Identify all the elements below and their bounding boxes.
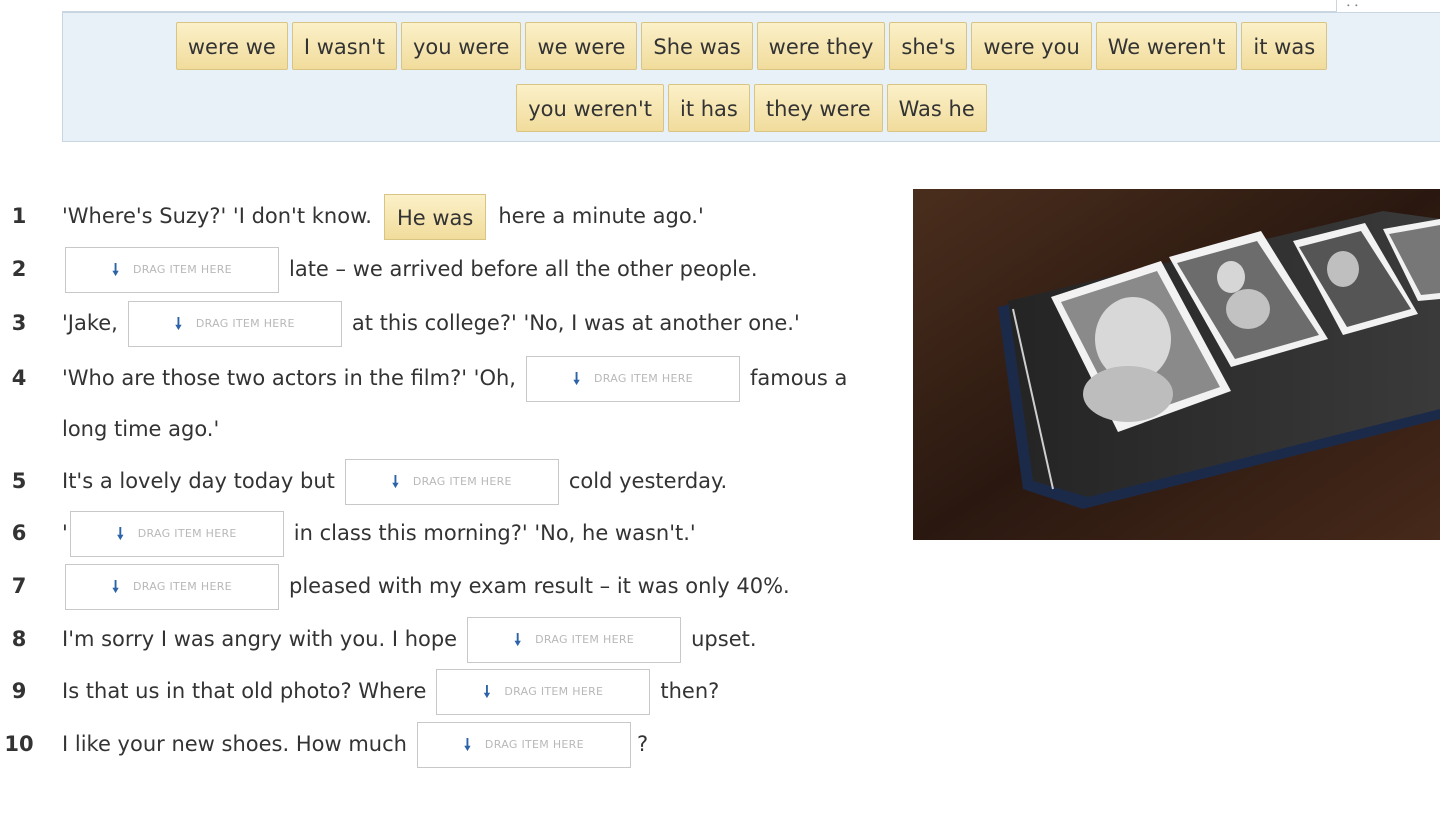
question-text-before: 'Who are those two actors in the film?' … [62,366,516,390]
drop-hint: DRAG ITEM HERE [504,685,604,698]
question-text-after: famous a [749,366,848,390]
down-arrow-icon: 🠗 [573,369,580,388]
down-arrow-icon: 🠗 [391,472,399,491]
down-arrow-icon: 🠗 [112,577,119,596]
question-number: 2 [11,257,27,281]
down-arrow-icon: 🠗 [174,314,182,333]
word-chip[interactable]: she's [889,22,968,70]
top-input-edge [62,0,1337,12]
question-number: 6 [11,521,27,545]
down-arrow-icon: 🠗 [464,735,471,754]
question-text-after: here a minute ago.' [498,204,704,228]
question-8: 8 I'm sorry I was angry with you. I hope… [0,613,900,666]
down-arrow-icon: 🠗 [116,524,124,543]
question-number: 3 [11,311,27,335]
question-4-continuation: long time ago.' [62,417,220,441]
question-text-after: ? [636,732,649,756]
question-text-before: Is that us in that old photo? Where [62,679,427,703]
question-5: 5 It's a lovely day today but 🠗 DRAG ITEM… [0,455,900,508]
word-chip[interactable]: were you [971,22,1092,70]
question-number: 7 [11,574,27,598]
question-number: 8 [11,627,27,651]
word-chip[interactable]: We weren't [1095,22,1238,70]
down-arrow-icon: 🠗 [112,260,119,279]
question-text-after: then? [660,679,720,703]
word-chip[interactable]: we were [525,22,638,70]
drop-hint: DRAG ITEM HERE [195,317,295,330]
drop-zone[interactable]: 🠗 DRAG ITEM HERE [69,510,284,557]
question-9: 9 Is that us in that old photo? Where 🠗 D… [0,665,900,718]
placed-answer[interactable]: He was [384,193,487,240]
question-text-after: in class this morning?' 'No, he wasn't.' [293,521,696,545]
drop-hint: DRAG ITEM HERE [535,633,635,646]
question-text-before: It's a lovely day today but [62,469,335,493]
question-1: 1 'Where's Suzy?' 'I don't know. He was … [0,190,900,243]
word-bank-row-2: you weren't it has they were Was he [63,84,1440,132]
drop-zone[interactable]: 🠗 DRAG ITEM HERE [467,616,682,663]
question-number: 10 [4,732,34,756]
photo-album-illustration [913,189,1440,540]
question-number: 5 [11,469,27,493]
question-text-after: upset. [691,627,757,651]
drop-hint: DRAG ITEM HERE [137,527,237,540]
question-number: 9 [11,679,27,703]
question-number: 1 [11,204,27,228]
question-10: 10 I like your new shoes. How much 🠗 DRAG… [0,718,900,771]
down-arrow-icon: 🠗 [514,630,522,649]
drop-zone[interactable]: 🠗 DRAG ITEM HERE [416,721,631,768]
drop-zone[interactable]: 🠗 DRAG ITEM HERE [65,246,279,293]
drop-zone[interactable]: 🠗 DRAG ITEM HERE [65,563,279,610]
drop-zone[interactable]: 🠗 DRAG ITEM HERE [127,300,342,347]
word-bank: were we I wasn't you were we were She wa… [62,12,1440,142]
drop-hint: DRAG ITEM HERE [132,263,232,276]
word-chip[interactable]: it has [667,84,750,132]
drop-hint: DRAG ITEM HERE [593,372,693,385]
question-text-before: 'Where's Suzy?' 'I don't know. [62,204,372,228]
word-chip[interactable]: She was [641,22,753,70]
question-7: 7 🠗 DRAG ITEM HERE pleased with my exam r… [0,560,900,613]
top-corner-control[interactable]: ⠄⠄ [1336,0,1440,11]
question-text-after: late – we arrived before all the other p… [289,257,758,281]
word-chip[interactable]: you weren't [516,84,664,132]
drop-zone[interactable]: 🠗 DRAG ITEM HERE [344,458,559,505]
word-chip[interactable]: I wasn't [291,22,397,70]
question-3: 3 'Jake, 🠗 DRAG ITEM HERE at this college… [0,297,900,350]
photo-album-image [913,189,1440,540]
word-chip[interactable]: they were [753,84,883,132]
word-chip[interactable]: were we [175,22,288,70]
word-bank-row-1: were we I wasn't you were we were She wa… [63,22,1440,70]
question-4: 4 'Who are those two actors in the film?… [0,352,900,405]
drop-hint: DRAG ITEM HERE [412,475,512,488]
question-number: 4 [11,366,27,390]
down-arrow-icon: 🠗 [483,682,491,701]
question-text-before: I like your new shoes. How much [62,732,407,756]
question-text-after: cold yesterday. [568,469,728,493]
word-chip[interactable]: Was he [886,84,987,132]
question-text-after: pleased with my exam result – it was onl… [289,574,790,598]
question-text-after: at this college?' 'No, I was at another … [351,311,800,335]
question-6: 6 ' 🠗 DRAG ITEM HERE in class this mornin… [0,507,900,560]
question-text-before: I'm sorry I was angry with you. I hope [62,627,458,651]
question-text-before: ' [62,521,68,545]
word-chip[interactable]: were they [756,22,886,70]
drop-zone[interactable]: 🠗 DRAG ITEM HERE [436,668,651,715]
drop-hint: DRAG ITEM HERE [484,738,584,751]
question-text-before: 'Jake, [62,311,118,335]
question-2: 2 🠗 DRAG ITEM HERE late – we arrived befo… [0,243,900,296]
drop-zone[interactable]: 🠗 DRAG ITEM HERE [525,355,740,402]
drop-hint: DRAG ITEM HERE [132,580,232,593]
word-chip[interactable]: you were [401,22,522,70]
word-chip[interactable]: it was [1241,22,1328,70]
resize-handle-icon[interactable]: ⠄⠄ [1346,0,1362,9]
